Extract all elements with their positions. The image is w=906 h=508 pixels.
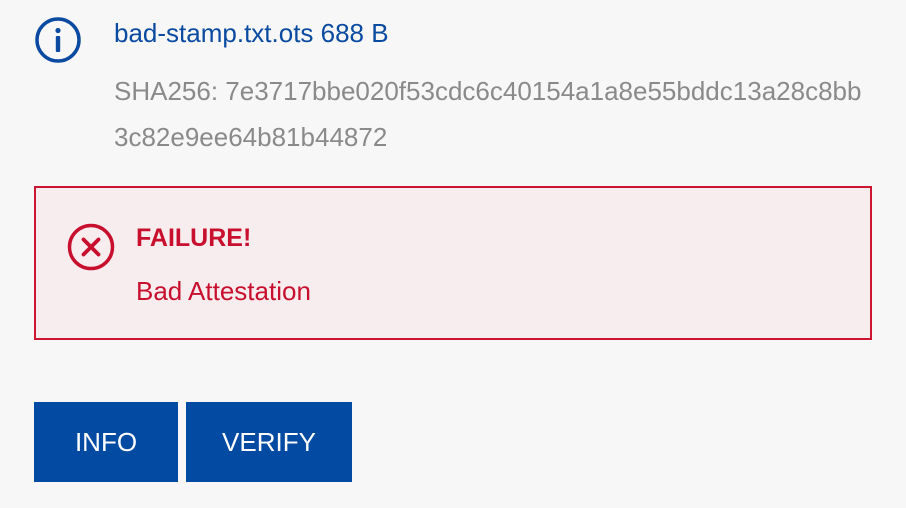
verification-page: bad-stamp.txt.ots 688 B SHA256: 7e3717bb… — [0, 0, 906, 508]
alert-message: Bad Attestation — [136, 276, 311, 306]
verify-button[interactable]: VERIFY — [186, 402, 352, 482]
error-circle-x-icon — [67, 223, 115, 271]
alert-title: FAILURE! — [136, 224, 252, 252]
failure-alert: FAILURE! Bad Attestation — [34, 186, 872, 340]
file-name-and-size[interactable]: bad-stamp.txt.ots 688 B — [114, 18, 389, 49]
info-button[interactable]: INFO — [34, 402, 178, 482]
file-info: bad-stamp.txt.ots 688 B SHA256: 7e3717bb… — [34, 12, 874, 152]
file-sha256-hash: SHA256: 7e3717bbe020f53cdc6c40154a1a8e55… — [114, 76, 862, 152]
info-icon — [35, 17, 81, 63]
